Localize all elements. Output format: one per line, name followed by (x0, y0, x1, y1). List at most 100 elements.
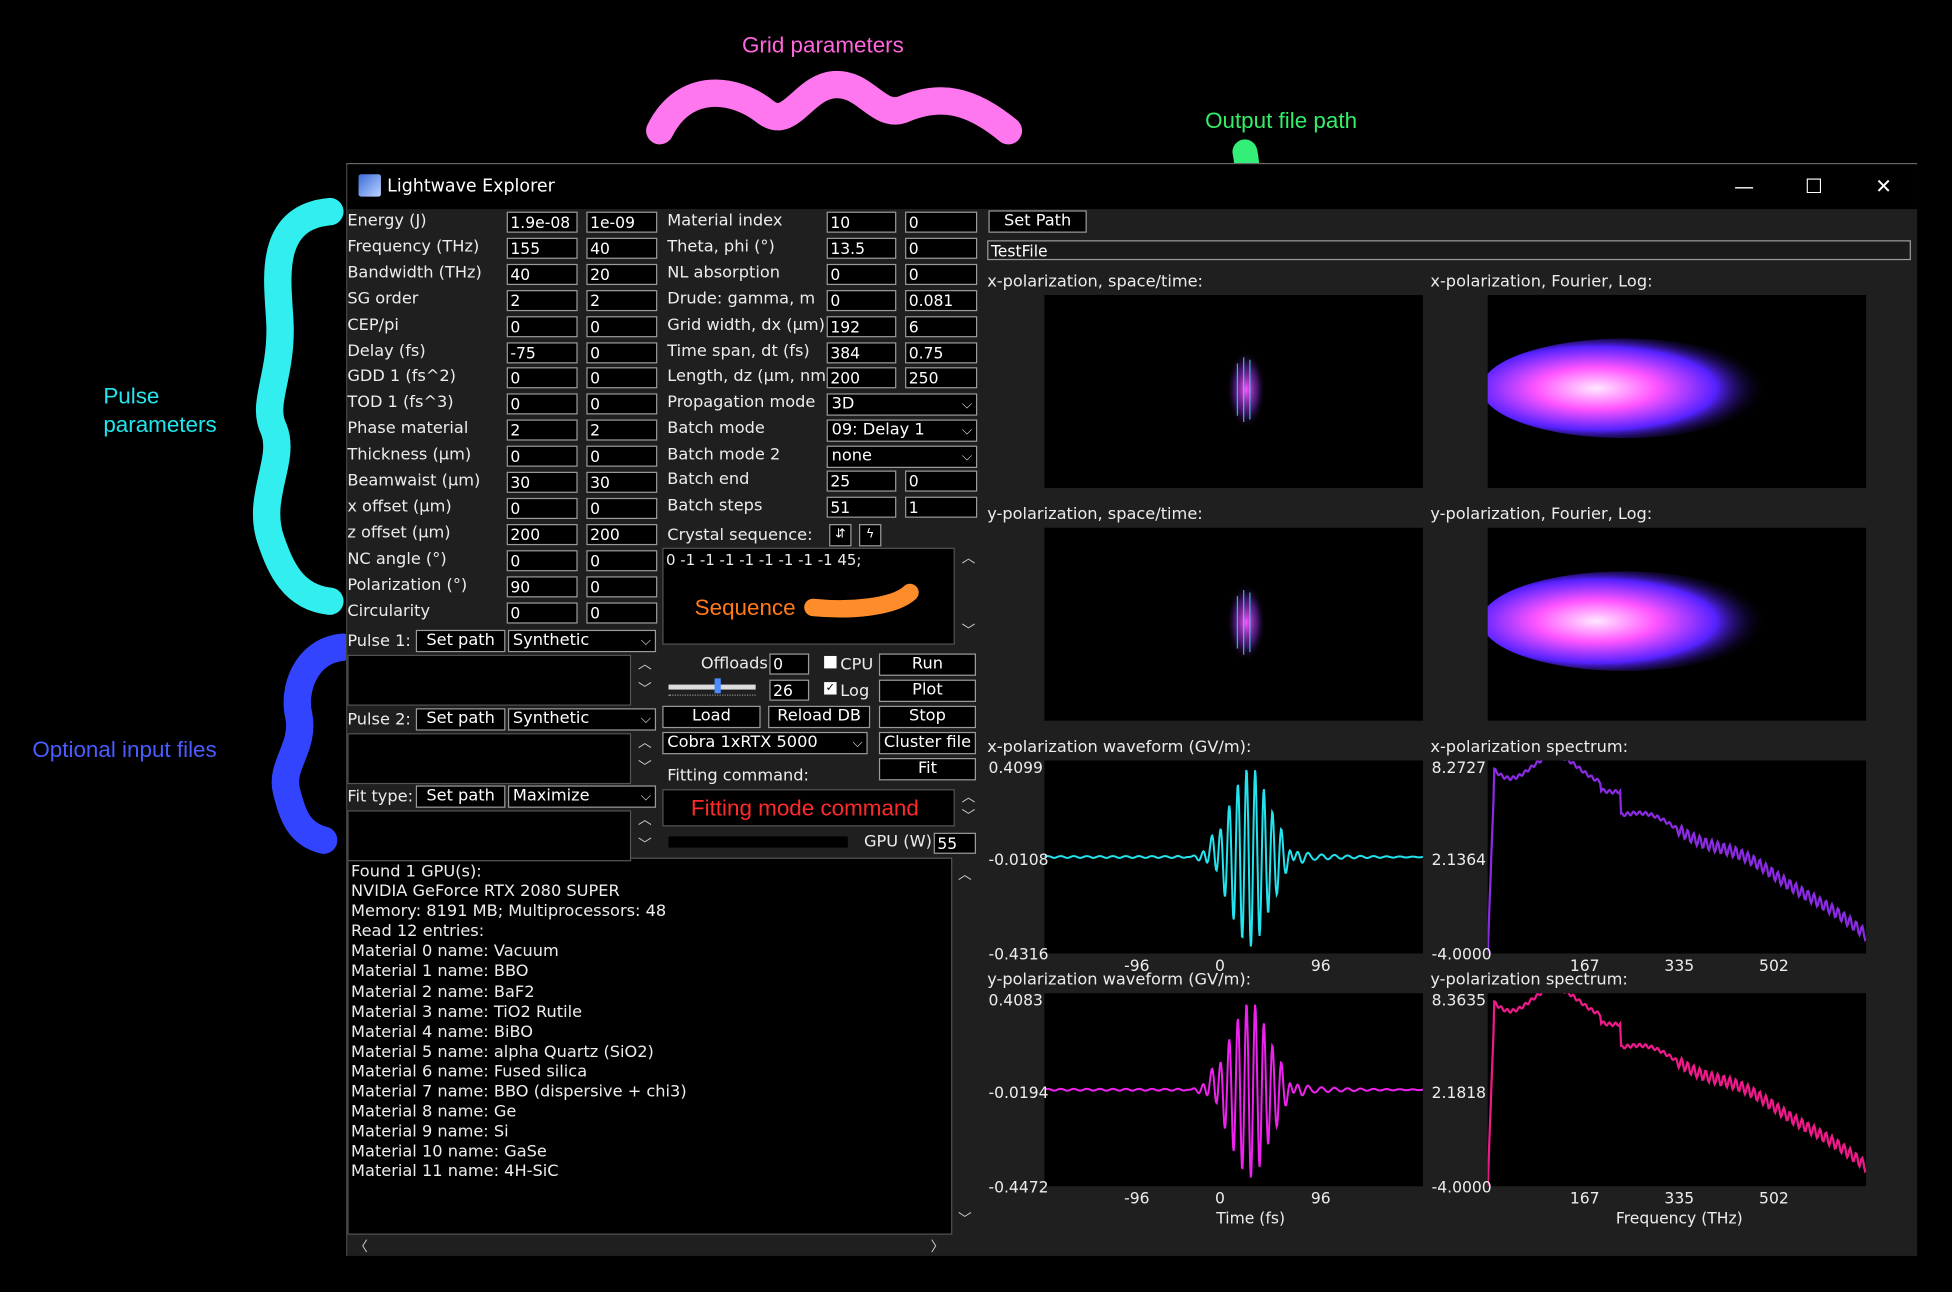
pulse-param-input-1[interactable]: 0 (506, 315, 578, 337)
slider-track[interactable] (668, 684, 756, 690)
grid-param-input-2[interactable]: 0 (905, 237, 978, 259)
batch-end-input-1[interactable]: 25 (826, 470, 897, 492)
fitting-command-textarea[interactable]: Fitting mode command (662, 789, 955, 827)
pulse-param-input-2[interactable]: 30 (586, 471, 658, 493)
pulse-param-input-1[interactable]: 1.9e-08 (506, 211, 578, 233)
pulse-param-input-1[interactable]: 0 (506, 549, 578, 571)
pulse-param-input-2[interactable]: 1e-09 (586, 211, 658, 233)
grid-param-input-2[interactable]: 6 (905, 315, 978, 337)
scroll-left-icon[interactable]: 〈 (352, 1239, 369, 1255)
pulse-param-input-2[interactable]: 0 (586, 601, 658, 623)
pulse-param-input-2[interactable]: 0 (586, 497, 658, 519)
scroll-down-icon[interactable]: ﹀ (636, 837, 653, 853)
run-button[interactable]: Run (878, 653, 977, 676)
pulse-param-input-2[interactable]: 200 (586, 523, 658, 545)
batch-steps-input-2[interactable]: 1 (905, 496, 978, 518)
grid-param-input-1[interactable]: 384 (826, 341, 897, 363)
set-path-button[interactable]: Set path (415, 629, 506, 653)
scroll-up-icon[interactable]: ︿ (636, 657, 653, 672)
gpu-power-input[interactable]: 55 (933, 832, 977, 854)
scroll-down-icon[interactable]: ﹀ (636, 681, 653, 697)
pulse-param-input-1[interactable]: 2 (506, 419, 578, 441)
grid-param-input-2[interactable]: 0 (905, 211, 978, 233)
fit-button[interactable]: Fit (878, 758, 977, 781)
batch-mode-select[interactable]: 09: Delay 1 ⌵ (826, 419, 978, 442)
scroll-down-icon[interactable]: ﹀ (960, 623, 977, 639)
pulse-param-input-2[interactable]: 0 (586, 367, 658, 389)
output-file-input[interactable]: TestFile (987, 240, 1911, 261)
pulse-param-input-2[interactable]: 0 (586, 549, 658, 571)
scroll-down-icon[interactable]: ﹀ (960, 808, 977, 824)
set-path-button[interactable]: Set path (415, 708, 506, 731)
batch-mode-2-select[interactable]: none ⌵ (826, 445, 978, 469)
pulse-param-input-1[interactable]: -75 (506, 341, 578, 363)
pulse-param-input-2[interactable]: 20 (586, 263, 658, 285)
reload-db-button[interactable]: Reload DB (768, 705, 871, 729)
pulse-param-input-2[interactable]: 40 (586, 237, 658, 259)
pulse-param-input-2[interactable]: 0 (586, 445, 658, 467)
grid-param-input-2[interactable]: 250 (905, 367, 978, 389)
pulse-param-input-1[interactable]: 0 (506, 601, 578, 623)
batch-end-input-2[interactable]: 0 (905, 470, 978, 492)
grid-param-input-1[interactable]: 0 (826, 263, 897, 285)
grid-param-input-2[interactable]: 0.081 (905, 289, 978, 311)
scroll-up-icon[interactable]: ︿ (636, 812, 653, 828)
pulse-param-input-1[interactable]: 155 (506, 237, 578, 259)
pulse-param-input-1[interactable]: 0 (506, 497, 578, 519)
plot-button[interactable]: Plot (878, 679, 977, 703)
set-path-button[interactable]: Set path (415, 785, 506, 808)
add-sequence-button[interactable]: ⇵ (829, 524, 852, 547)
scroll-up-icon[interactable]: ︿ (636, 735, 653, 751)
file-type-select[interactable]: Synthetic ⌵ (507, 708, 657, 731)
pulse-param-input-1[interactable]: 200 (506, 523, 578, 545)
sequence-tool-button[interactable]: ϟ (858, 524, 882, 547)
scroll-up-icon[interactable]: ︿ (960, 790, 977, 805)
pulse-param-input-1[interactable]: 0 (506, 445, 578, 467)
pulse-param-input-2[interactable]: 0 (586, 315, 658, 337)
pulse-param-input-2[interactable]: 0 (586, 575, 658, 597)
file-path-textarea[interactable] (347, 654, 632, 706)
cluster-file-button[interactable]: Cluster file (878, 731, 977, 755)
grid-param-input-2[interactable]: 0 (905, 263, 978, 285)
propagation-mode-select[interactable]: 3D ⌵ (826, 393, 978, 416)
pulse-param-input-1[interactable]: 0 (506, 367, 578, 389)
log-console[interactable]: Found 1 GPU(s): NVIDIA GeForce RTX 2080 S… (347, 857, 953, 1235)
pulse-param-input-1[interactable]: 40 (506, 263, 578, 285)
grid-param-input-1[interactable]: 0 (826, 289, 897, 311)
pulse-param-input-2[interactable]: 2 (586, 419, 658, 441)
file-path-textarea[interactable] (347, 810, 632, 862)
grid-param-input-1[interactable]: 10 (826, 211, 897, 233)
scroll-right-icon[interactable]: 〉 (929, 1239, 946, 1255)
file-type-select[interactable]: Maximize ⌵ (507, 785, 657, 808)
slider-value-input[interactable]: 26 (769, 679, 810, 701)
pulse-param-input-2[interactable]: 2 (586, 289, 658, 311)
grid-param-input-2[interactable]: 0.75 (905, 341, 978, 363)
scroll-down-icon[interactable]: ﹀ (956, 1212, 973, 1227)
scroll-up-icon[interactable]: ︿ (960, 551, 977, 566)
load-button[interactable]: Load (662, 705, 761, 729)
minimize-button[interactable]: — (1709, 164, 1779, 209)
pulse-param-input-1[interactable]: 0 (506, 393, 578, 415)
gpu-config-select[interactable]: Cobra 1xRTX 5000 ⌵ (662, 731, 868, 755)
offloads-input[interactable]: 0 (769, 653, 810, 675)
batch-steps-input-1[interactable]: 51 (826, 496, 897, 518)
slider-knob[interactable] (713, 678, 721, 694)
pulse-param-input-1[interactable]: 30 (506, 471, 578, 493)
grid-param-input-1[interactable]: 192 (826, 315, 897, 337)
stop-button[interactable]: Stop (878, 705, 977, 729)
pulse-param-input-1[interactable]: 2 (506, 289, 578, 311)
grid-param-input-1[interactable]: 200 (826, 367, 897, 389)
cpu-checkbox[interactable] (824, 655, 837, 669)
pulse-param-input-2[interactable]: 0 (586, 341, 658, 363)
maximize-button[interactable]: ☐ (1779, 164, 1849, 209)
pulse-param-input-1[interactable]: 90 (506, 575, 578, 597)
close-button[interactable]: ✕ (1849, 164, 1919, 209)
scroll-up-icon[interactable]: ︿ (956, 867, 973, 883)
pulse-param-input-2[interactable]: 0 (586, 393, 658, 415)
log-checkbox[interactable]: ✓ (824, 682, 837, 695)
file-path-textarea[interactable] (347, 733, 632, 785)
file-type-select[interactable]: Synthetic ⌵ (507, 629, 657, 653)
grid-param-input-1[interactable]: 13.5 (826, 237, 897, 259)
sequence-textarea[interactable]: 0 -1 -1 -1 -1 -1 -1 -1 -1 45; Sequence (662, 547, 955, 645)
set-output-path-button[interactable]: Set Path (988, 210, 1087, 233)
